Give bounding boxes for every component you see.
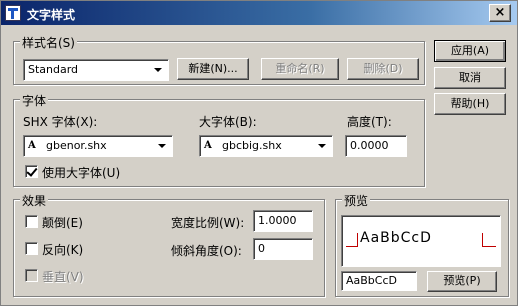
text-style-dialog: 文字样式 × 样式名(S) Standard 新建(N)... 重命名(R) 删… xyxy=(0,0,518,306)
big-font-label: 大字体(B): xyxy=(199,115,257,129)
apply-button[interactable]: 应用(A) xyxy=(434,40,506,62)
app-icon xyxy=(5,5,21,21)
shx-font-dropdown[interactable]: A gbenor.shx xyxy=(23,135,173,157)
use-big-font-checkbox[interactable] xyxy=(25,165,38,178)
backwards-checkbox[interactable] xyxy=(25,242,38,255)
preview-text-input[interactable]: AaBbCcD xyxy=(341,271,417,291)
height-input[interactable]: 0.0000 xyxy=(345,135,407,157)
baseline-right xyxy=(482,246,496,247)
style-name-value: Standard xyxy=(28,63,79,76)
chevron-down-icon[interactable] xyxy=(314,138,330,154)
width-factor-label: 宽度比例(W): xyxy=(171,216,245,230)
vertical-checkbox[interactable] xyxy=(25,269,38,282)
big-font-value: gbcbig.shx xyxy=(222,139,282,152)
width-factor-input[interactable]: 1.0000 xyxy=(253,210,313,232)
shx-font-label: SHX 字体(X): xyxy=(23,115,98,129)
effects-legend: 效果 xyxy=(20,192,49,209)
height-label: 高度(T): xyxy=(347,115,392,129)
title-bar: 文字样式 × xyxy=(1,1,517,25)
chevron-down-icon[interactable] xyxy=(150,62,166,78)
use-big-font-label: 使用大字体(U) xyxy=(42,166,121,180)
preview-legend: 预览 xyxy=(342,192,371,209)
delete-style-button[interactable]: 删除(D) xyxy=(347,58,419,80)
shx-font-icon: A xyxy=(28,140,36,151)
style-name-legend: 样式名(S) xyxy=(20,34,77,51)
style-name-dropdown[interactable]: Standard xyxy=(23,59,169,81)
rename-style-button[interactable]: 重命名(R) xyxy=(261,58,339,80)
new-style-button[interactable]: 新建(N)... xyxy=(177,58,249,80)
upside-down-checkbox[interactable] xyxy=(25,215,38,228)
guide-tick-left xyxy=(357,233,358,247)
close-button[interactable]: × xyxy=(489,4,511,22)
preview-sample-text: AaBbCcD xyxy=(360,230,432,246)
cancel-button[interactable]: 取消 xyxy=(434,67,506,89)
preview-button[interactable]: 预览(P) xyxy=(427,271,497,292)
backwards-label: 反向(K) xyxy=(42,243,84,257)
font-legend: 字体 xyxy=(20,92,49,109)
upside-down-label: 颠倒(E) xyxy=(42,216,83,230)
chevron-down-icon[interactable] xyxy=(154,138,170,154)
shx-font-value: gbenor.shx xyxy=(46,139,107,152)
vertical-label: 垂直(V) xyxy=(42,270,84,284)
preview-canvas: AaBbCcD xyxy=(341,215,501,267)
guide-tick-right xyxy=(482,233,483,247)
big-font-icon: A xyxy=(204,140,212,151)
window-title: 文字样式 xyxy=(27,8,76,22)
oblique-angle-label: 倾斜角度(O): xyxy=(171,244,242,258)
big-font-dropdown[interactable]: A gbcbig.shx xyxy=(199,135,333,157)
oblique-angle-input[interactable]: 0 xyxy=(253,238,313,260)
help-button[interactable]: 帮助(H) xyxy=(434,93,506,115)
